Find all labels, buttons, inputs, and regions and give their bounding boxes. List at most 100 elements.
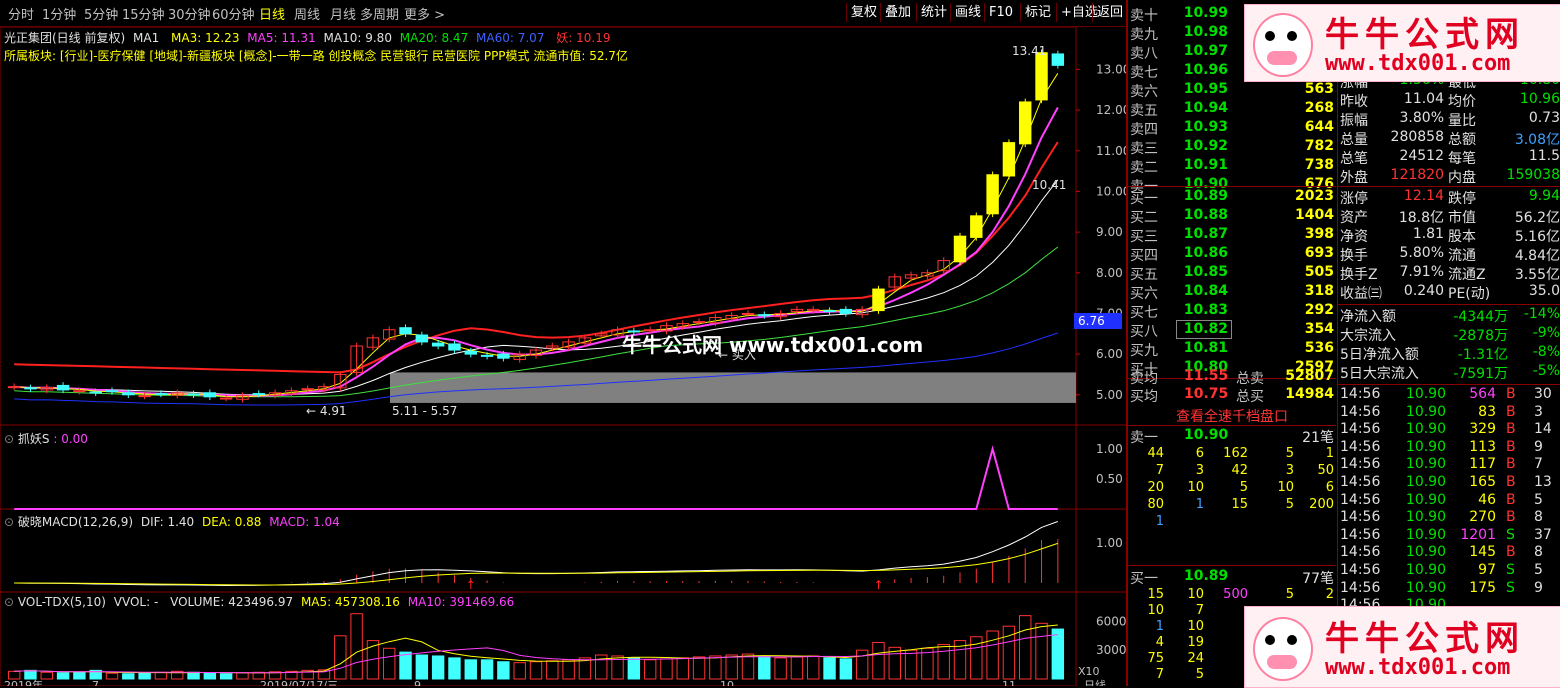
volume-bar [399, 651, 412, 680]
orderbook-price: 10.96 [1183, 62, 1228, 78]
tick-volume: 564 [1469, 386, 1496, 402]
orderbook-volume: 354 [1304, 321, 1334, 337]
zhuayao-value: : 0.00 [53, 432, 88, 446]
bid-queue-cell: 7 [1155, 667, 1164, 682]
price-annotation: 10.41 [1032, 178, 1066, 192]
panel-toggle-icon[interactable]: ⊙ [4, 432, 14, 446]
period-tab[interactable]: 分时 [8, 4, 34, 23]
ask-queue-cell: 20 [1147, 480, 1164, 495]
summary-value: 52807 [1285, 368, 1334, 384]
toolbar-button[interactable]: 画线 [950, 3, 985, 22]
zhuayao-label: 抓妖S [17, 432, 50, 446]
stat-row: 资产 18.8亿 市值 56.2亿 [1338, 207, 1560, 226]
price-annotation: 13.41 [1012, 44, 1046, 58]
period-tab[interactable]: 30分钟 [168, 4, 211, 23]
kline-chart-area[interactable]: 13.0012.0011.0010.009.008.007.006.005.00… [0, 27, 1126, 686]
volume-bar [236, 672, 249, 680]
stock-title[interactable]: 光正集团(日线 前复权) [4, 31, 125, 45]
orderbook-label: 买六 [1130, 286, 1158, 302]
orderbook-label: 卖十 [1130, 8, 1158, 24]
tick-price: 10.90 [1405, 509, 1446, 526]
ma3-value: MA3: 12.23 [171, 31, 240, 45]
price-axis-label: 10.00 [1096, 184, 1126, 198]
tick-count: 5 [1534, 491, 1543, 508]
stat-key: 股本 [1448, 229, 1476, 245]
panel-toggle-icon[interactable]: ⊙ [4, 515, 14, 529]
orderbook-row[interactable]: 买七 10.83 292 [1128, 302, 1336, 321]
candle-body [203, 392, 217, 398]
volume-value: VOLUME: 423496.97 [170, 595, 294, 609]
tick-price: 10.90 [1405, 579, 1446, 596]
volume-bar [73, 671, 86, 680]
stat-value: 9.94 [1528, 188, 1560, 204]
period-tab[interactable]: 周线 [294, 4, 320, 23]
volume-bar [513, 662, 526, 680]
date-axis-label: 2019年 [4, 678, 43, 686]
bid-queue-cell: 2 [1325, 587, 1334, 602]
orderbook-row[interactable]: 买八 10.82 354 [1128, 321, 1336, 340]
kline-chart-svg[interactable]: 13.0012.0011.0010.009.008.007.006.005.00… [0, 27, 1126, 686]
orderbook-row[interactable]: 卖二 10.91 738 [1128, 157, 1336, 176]
candle-body [252, 393, 265, 396]
candle-body [56, 384, 70, 391]
vol-header: ⊙ VOL-TDX(5,10) VVOL: - VOLUME: 423496.9… [4, 595, 514, 609]
stat-row: 换手 5.80% 流通 4.84亿 [1338, 245, 1560, 264]
orderbook-volume: 644 [1304, 119, 1334, 135]
bid-queue-cell: 5 [1195, 667, 1204, 682]
orderbook-row[interactable]: 卖五 10.94 268 [1128, 100, 1336, 119]
volume-bar [937, 643, 950, 680]
fund-flow-row: 5日净流入额 -1.31亿 -8% [1338, 344, 1560, 363]
orderbook-row[interactable]: 买六 10.84 318 [1128, 283, 1336, 302]
orderbook-row[interactable]: 买一 10.89 2023 [1128, 188, 1336, 207]
tick-count: 30 [1534, 386, 1552, 402]
period-tab[interactable]: 日线 [259, 4, 285, 23]
period-tab[interactable]: 1分钟 [42, 4, 76, 23]
full-depth-link[interactable]: 查看全速千档盘口 [1176, 406, 1288, 425]
orderbook-row[interactable]: 买五 10.85 505 [1128, 264, 1336, 283]
orderbook-row[interactable]: 买九 10.81 536 [1128, 340, 1336, 359]
date-axis-label: 10 [720, 679, 734, 686]
stat-key: 内盘 [1448, 170, 1476, 186]
stat-value: 3.80% [1399, 110, 1444, 126]
toolbar-button[interactable]: 统计 [916, 3, 951, 22]
toolbar-button[interactable]: 标记 [1020, 3, 1055, 22]
volume-bar [431, 655, 445, 680]
orderbook-price: 10.83 [1183, 302, 1228, 318]
tick-volume: 83 [1478, 403, 1496, 420]
toolbar-button[interactable]: 叠加 [880, 3, 915, 22]
orderbook-row[interactable]: 买四 10.86 693 [1128, 245, 1336, 264]
toolbar-button[interactable]: 返回 [1092, 3, 1127, 22]
vol-ma10-line [14, 634, 1058, 674]
orderbook-row[interactable]: 买二 10.88 1404 [1128, 207, 1336, 226]
period-tab[interactable]: 15分钟 [122, 4, 165, 23]
toolbar-button[interactable]: 复权 [846, 3, 881, 22]
orderbook-row[interactable]: 卖六 10.95 563 [1128, 81, 1336, 100]
orderbook-volume: 738 [1304, 157, 1334, 173]
candle-body [89, 391, 102, 394]
flow-percent: -14% [1523, 306, 1560, 322]
period-tab[interactable]: 5分钟 [84, 4, 118, 23]
orderbook-summary-row: 卖均 11.55 总卖 52807 [1128, 368, 1336, 387]
period-tab[interactable]: 月线 [330, 4, 356, 23]
stat-value: 0.240 [1403, 283, 1444, 299]
orderbook-price: 10.91 [1183, 157, 1228, 173]
panel-toggle-icon[interactable]: ⊙ [4, 595, 14, 609]
ask-queue-cell: 42 [1231, 463, 1248, 478]
toolbar-button[interactable]: F10 [984, 3, 1017, 22]
tick-row: 14:56 10.90 117 B 7 [1338, 456, 1560, 475]
orderbook-row[interactable]: 买三 10.87 398 [1128, 226, 1336, 245]
watermark-title: 牛牛公式网 [1325, 619, 1525, 659]
period-tab[interactable]: 更多 > [404, 4, 445, 23]
period-tab[interactable]: 多周期 [360, 4, 399, 23]
period-tab[interactable]: 60分钟 [212, 4, 255, 23]
queue-price: 10.89 [1184, 568, 1229, 584]
ask-queue-cell: 10 [1187, 480, 1204, 495]
tick-volume: 113 [1469, 438, 1496, 455]
tick-volume: 175 [1469, 579, 1496, 596]
quote-panel: 卖十 10.99 卖九 10.98 卖八 10.97 卖七 10.96 卖六 10.95 563 卖五… [1126, 0, 1560, 688]
volume-bar [24, 669, 37, 680]
orderbook-row[interactable]: 卖四 10.93 644 [1128, 119, 1336, 138]
stat-value: 10.96 [1519, 91, 1560, 107]
orderbook-label: 卖六 [1130, 84, 1158, 100]
orderbook-row[interactable]: 卖三 10.92 782 [1128, 138, 1336, 157]
